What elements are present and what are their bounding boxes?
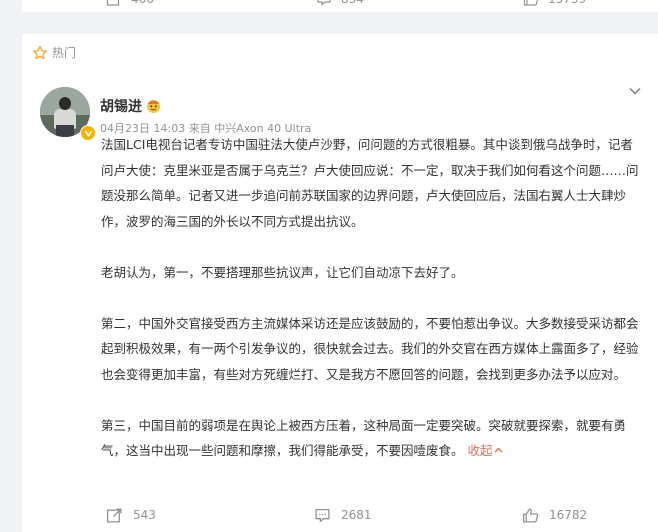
chevron-down-icon	[628, 84, 642, 98]
post-paragraph-4: 第三，中国目前的弱项是在舆论上被西方压着，这种局面一定要突破。突破就要探索，就要…	[101, 413, 641, 465]
star-outline-icon	[32, 45, 48, 61]
share-button[interactable]: 543	[106, 498, 156, 532]
hot-label: 热门	[52, 46, 77, 60]
thumbs-up-icon	[522, 507, 539, 524]
prev-like-button[interactable]: 15739	[523, 0, 586, 7]
hot-section-header: 热门	[32, 44, 76, 61]
share-count: 543	[133, 508, 156, 522]
verified-badge-icon	[80, 125, 96, 141]
like-count: 16782	[549, 508, 588, 522]
author-row: 胡锡进	[100, 96, 161, 116]
post-actions: 543 2681 16782	[22, 498, 658, 532]
comment-button[interactable]: 2681	[314, 498, 372, 532]
prev-share-button[interactable]: 466	[106, 0, 154, 7]
post-paragraph-2: 老胡认为，第一，不要搭理那些抗议声，让它们自动凉下去好了。	[101, 264, 464, 280]
post-card: 热门 胡锡进 04月23日 14:03 来自 中兴Axon 40 Ultra 法…	[22, 34, 658, 532]
previous-post-footer: 466 834 15739	[22, 0, 658, 12]
like-button[interactable]: 16782	[522, 498, 587, 532]
author-name[interactable]: 胡锡进	[100, 96, 142, 116]
prev-comment-count: 834	[341, 0, 364, 6]
share-icon	[106, 0, 122, 7]
chevron-up-icon	[493, 439, 504, 465]
post-paragraph-3: 第二，中国外交官接受西方主流媒体采访还是应该鼓励的，不要怕惹出争议。大多数接受采…	[101, 315, 639, 382]
prev-comment-button[interactable]: 834	[316, 0, 364, 7]
comment-icon	[314, 507, 331, 524]
share-icon	[106, 507, 123, 524]
prev-share-count: 466	[131, 0, 154, 6]
more-options-button[interactable]	[628, 84, 642, 98]
face-emoji-icon	[146, 99, 161, 114]
collapse-link[interactable]: 收起	[468, 443, 504, 458]
post-paragraph-4-text: 第三，中国目前的弱项是在舆论上被西方压着，这种局面一定要突破。突破就要探索，就要…	[101, 417, 627, 459]
post-content: 法国LCI电视台记者专访中国驻法大使卢沙野，问问题的方式很粗暴。其中谈到俄乌战争…	[101, 132, 641, 464]
collapse-label: 收起	[467, 443, 493, 458]
thumbs-up-icon	[523, 0, 539, 7]
comment-count: 2681	[341, 508, 372, 522]
comment-icon	[316, 0, 332, 7]
post-paragraph-1: 法国LCI电视台记者专访中国驻法大使卢沙野，问问题的方式很粗暴。其中谈到俄乌战争…	[101, 137, 639, 229]
prev-like-count: 15739	[548, 0, 586, 6]
